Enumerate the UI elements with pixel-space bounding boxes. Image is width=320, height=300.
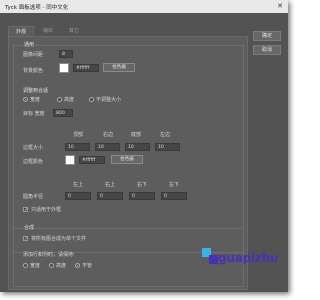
border-right-header: 右边 (103, 132, 114, 138)
corner-br-header: 右下 (137, 182, 148, 188)
corner-tr-header: 右上 (105, 182, 116, 188)
target-width-input[interactable]: 800 (53, 109, 73, 117)
margin-input[interactable]: 8 (59, 50, 73, 58)
keep-width-label: 宽度 (30, 263, 41, 269)
close-icon[interactable]: ✕ (277, 2, 283, 10)
corner-tl-header: 左上 (73, 182, 84, 188)
keep-width-radio[interactable] (23, 263, 28, 268)
corner-bl-input[interactable]: 0 (161, 192, 187, 200)
border-color-label: 边框颜色 (23, 159, 44, 165)
border-size-label: 边框大小 (23, 145, 44, 151)
resize-header: 调整到合适 (23, 88, 49, 94)
window-title: Tyck 面板选项 - 同中文化 (5, 5, 69, 11)
keep-pref-label: 添加行和列时，请保持: (23, 252, 75, 258)
tab-other[interactable]: 其它 (64, 26, 84, 36)
border-top-input[interactable]: 10 (65, 143, 90, 151)
border-color-picker-button[interactable]: 拾色器 (111, 155, 143, 164)
target-width-label: 目标 宽度 (23, 111, 45, 117)
corner-tr-input[interactable]: 0 (97, 192, 123, 200)
bg-color-swatch[interactable] (59, 63, 69, 73)
corner-bl-header: 左下 (169, 182, 180, 188)
bg-color-label: 背景颜色 (23, 68, 44, 74)
title-bar: Tyck 面板选项 - 同中文化 ✕ (0, 0, 288, 13)
outer-only-label: 只适用于外框 (31, 207, 62, 213)
resize-height-radio[interactable] (57, 97, 62, 102)
margin-label: 图像间距 (23, 52, 44, 58)
bg-color-hex-input[interactable]: #ffffff (73, 64, 99, 72)
watermark-text: guapizhu (218, 251, 279, 265)
border-color-hex-input[interactable]: #ffffff (79, 156, 105, 164)
border-left-input[interactable]: 10 (155, 143, 180, 151)
border-right-input[interactable]: 10 (95, 143, 120, 151)
keep-height-radio[interactable] (49, 263, 54, 268)
border-bottom-header: 底部 (131, 132, 142, 138)
combine-header: 合成 (23, 224, 36, 231)
resize-none-label: 不调整大小 (96, 97, 122, 103)
keep-height-label: 高度 (56, 263, 67, 269)
resize-height-label: 高度 (64, 97, 75, 103)
keep-none-radio[interactable] (75, 263, 80, 268)
single-file-label: 将所有图合成为单个文件 (31, 236, 87, 242)
border-left-header: 左边 (160, 132, 171, 138)
resize-width-label: 宽度 (30, 97, 41, 103)
border-top-header: 顶部 (73, 132, 84, 138)
border-bottom-input[interactable]: 10 (125, 143, 150, 151)
border-color-swatch[interactable] (65, 155, 75, 165)
ok-button[interactable]: 确定 (253, 31, 281, 41)
corner-radius-label: 圆角半径 (23, 194, 44, 200)
resize-none-radio[interactable] (89, 97, 94, 102)
tab-output[interactable]: 输出 (38, 26, 58, 36)
logo-square-icon (209, 255, 218, 264)
watermark-logo: guapizhu (198, 246, 290, 268)
cancel-button[interactable]: 取消 (253, 45, 281, 55)
corner-tl-input[interactable]: 0 (65, 192, 91, 200)
bg-color-picker-button[interactable]: 拾色器 (103, 63, 135, 72)
keep-none-label: 不管 (82, 263, 93, 269)
outer-only-checkbox[interactable]: ✓ (23, 207, 28, 213)
single-file-checkbox[interactable]: ✓ (23, 236, 28, 242)
general-header: 通用 (23, 41, 36, 48)
corner-br-input[interactable]: 0 (129, 192, 155, 200)
resize-width-radio[interactable] (23, 97, 28, 102)
